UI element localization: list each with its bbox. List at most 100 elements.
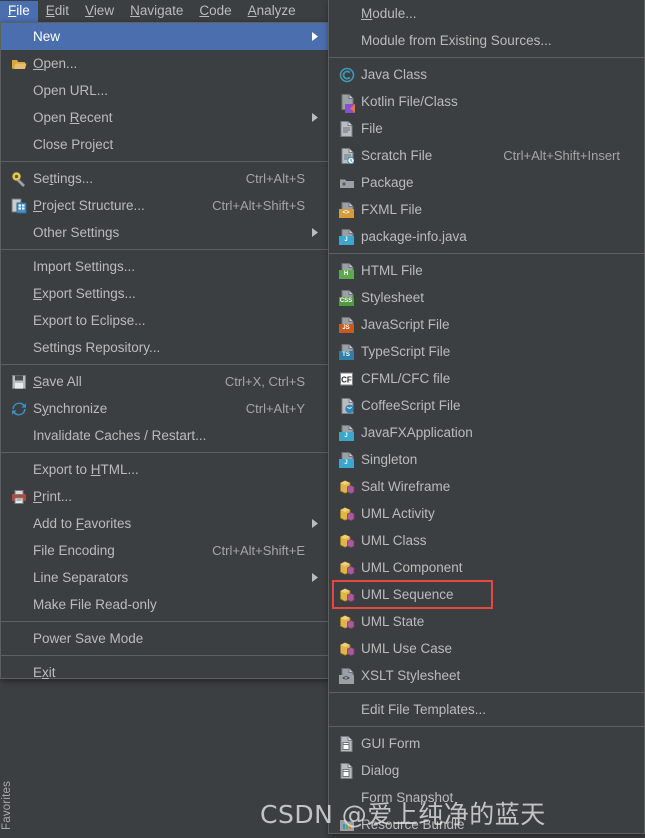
menu-item-icon-slot — [5, 338, 33, 358]
uml-diagram-icon — [333, 612, 361, 632]
menu-item-open-recent[interactable]: Open Recent — [1, 104, 329, 131]
menu-item-export-to-html[interactable]: Export to HTML... — [1, 456, 329, 483]
menu-item-uml-sequence[interactable]: UML Sequence — [329, 581, 644, 608]
menu-item-save-all[interactable]: Save All Ctrl+X, Ctrl+S — [1, 368, 329, 395]
tool-window-tab-favorites[interactable]: Favorites — [1, 720, 19, 830]
menu-item-export-to-eclipse[interactable]: Export to Eclipse... — [1, 307, 329, 334]
menu-item-close-project[interactable]: Close Project — [1, 131, 329, 158]
menu-item-dialog[interactable]: Dialog — [329, 757, 644, 784]
menu-item-print[interactable]: Print... — [1, 483, 329, 510]
fxml-file-icon: <> — [333, 200, 361, 220]
menu-item-import-settings[interactable]: Import Settings... — [1, 253, 329, 280]
menu-separator — [1, 452, 329, 453]
print-icon — [5, 487, 33, 507]
menu-item-label: TypeScript File — [361, 343, 451, 359]
menu-item-export-settings[interactable]: Export Settings... — [1, 280, 329, 307]
menu-item-open-url[interactable]: Open URL... — [1, 77, 329, 104]
menubar-item-view[interactable]: View — [77, 1, 122, 22]
uml-diagram-icon — [333, 639, 361, 659]
menu-item-package[interactable]: Package — [329, 169, 644, 196]
menu-separator — [329, 692, 644, 693]
menu-item-html-file[interactable]: H HTML File — [329, 257, 644, 284]
menu-item-label: Other Settings — [33, 224, 120, 240]
menu-item-scratch-file[interactable]: Scratch File Ctrl+Alt+Shift+Insert — [329, 142, 644, 169]
menu-item-module-from-existing-sources[interactable]: Module from Existing Sources... — [329, 27, 644, 54]
menu-item-icon-slot — [5, 311, 33, 331]
menu-item-settings-repository[interactable]: Settings Repository... — [1, 334, 329, 361]
menu-item-uml-state[interactable]: UML State — [329, 608, 644, 635]
menubar-item-edit[interactable]: Edit — [38, 1, 77, 22]
menu-item-power-save-mode[interactable]: Power Save Mode — [1, 625, 329, 652]
menu-item-settings[interactable]: Settings... Ctrl+Alt+S — [1, 165, 329, 192]
menu-item-java-class[interactable]: Java Class — [329, 61, 644, 88]
menu-item-label: Invalidate Caches / Restart... — [33, 427, 207, 443]
file-icon — [333, 119, 361, 139]
menu-item-javascript-file[interactable]: JS JavaScript File — [329, 311, 644, 338]
menubar-item-label: Analyze — [247, 2, 296, 18]
menu-item-icon-slot — [5, 108, 33, 128]
menu-item-salt-wireframe[interactable]: Salt Wireframe — [329, 473, 644, 500]
menu-item-coffeescript-file[interactable]: CoffeeScript File — [329, 392, 644, 419]
uml-diagram-icon — [333, 477, 361, 497]
menu-item-label: Import Settings... — [33, 258, 136, 274]
menubar-item-file[interactable]: File — [0, 0, 38, 22]
chevron-right-icon — [309, 228, 323, 237]
menu-item-package-info-java[interactable]: Jpackage-info.java — [329, 223, 644, 250]
menu-item-uml-component[interactable]: UML Component — [329, 554, 644, 581]
menu-item-edit-file-templates[interactable]: Edit File Templates... — [329, 696, 644, 723]
menu-item-fxml-file[interactable]: <> FXML File — [329, 196, 644, 223]
menu-item-label: Settings... — [33, 170, 94, 186]
file-menu-popup: New Open... Open URL... Open Recent Close Pr… — [0, 22, 330, 680]
menu-item-label: HTML File — [361, 262, 423, 278]
menu-item-file[interactable]: File — [329, 115, 644, 142]
menu-item-javafxapplication[interactable]: J JavaFXApplication — [329, 419, 644, 446]
menu-item-add-to-favorites[interactable]: Add to Favorites — [1, 510, 329, 537]
singleton-icon: J — [333, 450, 361, 470]
menu-item-label: Java Class — [361, 66, 428, 82]
menubar-item-navigate[interactable]: Navigate — [122, 1, 191, 22]
menu-item-module[interactable]: Module... — [329, 0, 644, 27]
menu-item-kotlin-file-class[interactable]: Kotlin File/Class — [329, 88, 644, 115]
js-file-icon: JS — [333, 315, 361, 335]
menu-item-label: Line Separators — [33, 569, 129, 585]
menu-item-new[interactable]: New — [1, 23, 329, 50]
menu-item-cfml-cfc-file[interactable]: CF CFML/CFC file — [329, 365, 644, 392]
menu-item-stylesheet[interactable]: CSS Stylesheet — [329, 284, 644, 311]
menu-item-synchronize[interactable]: Synchronize Ctrl+Alt+Y — [1, 395, 329, 422]
dialog-icon — [333, 761, 361, 781]
menu-item-label: UML Component — [361, 559, 463, 575]
menu-item-label: Module from Existing Sources... — [361, 32, 552, 48]
menu-item-uml-use-case[interactable]: UML Use Case — [329, 635, 644, 662]
menubar-item-analyze[interactable]: Analyze — [240, 1, 304, 22]
menu-item-uml-activity[interactable]: UML Activity — [329, 500, 644, 527]
menubar-item-code[interactable]: Code — [191, 1, 239, 22]
menu-item-label: CFML/CFC file — [361, 370, 451, 386]
menu-separator — [1, 655, 329, 656]
menu-item-xslt-stylesheet[interactable]: <> XSLT Stylesheet — [329, 662, 644, 689]
menu-item-label: UML Use Case — [361, 640, 453, 656]
menu-item-label: Singleton — [361, 451, 418, 467]
new-submenu-popup: Module... Module from Existing Sources...… — [328, 0, 645, 834]
menu-item-label: Synchronize — [33, 400, 108, 416]
menu-item-make-file-read-only[interactable]: Make File Read-only — [1, 591, 329, 618]
chevron-right-icon — [309, 113, 323, 122]
menu-item-project-structure[interactable]: Project Structure... Ctrl+Alt+Shift+S — [1, 192, 329, 219]
menu-item-label: UML State — [361, 613, 425, 629]
menu-item-exit[interactable]: Exit — [1, 659, 329, 686]
menubar-item-label: Navigate — [130, 2, 184, 18]
menu-item-invalidate-caches-restart[interactable]: Invalidate Caches / Restart... — [1, 422, 329, 449]
menu-item-label: Kotlin File/Class — [361, 93, 458, 109]
menu-item-label: Dialog — [361, 762, 400, 778]
menu-item-singleton[interactable]: J Singleton — [329, 446, 644, 473]
menu-item-icon-slot — [5, 568, 33, 588]
menu-item-file-encoding[interactable]: File Encoding Ctrl+Alt+Shift+E — [1, 537, 329, 564]
menu-item-line-separators[interactable]: Line Separators — [1, 564, 329, 591]
menu-item-typescript-file[interactable]: TS TypeScript File — [329, 338, 644, 365]
menu-item-other-settings[interactable]: Other Settings — [1, 219, 329, 246]
menu-item-gui-form[interactable]: GUI Form — [329, 730, 644, 757]
ts-file-icon: TS — [333, 342, 361, 362]
menu-item-label: Export to HTML... — [33, 461, 139, 477]
menu-item-shortcut: Ctrl+Alt+Shift+E — [212, 543, 305, 558]
menu-item-open[interactable]: Open... — [1, 50, 329, 77]
menu-item-uml-class[interactable]: UML Class — [329, 527, 644, 554]
